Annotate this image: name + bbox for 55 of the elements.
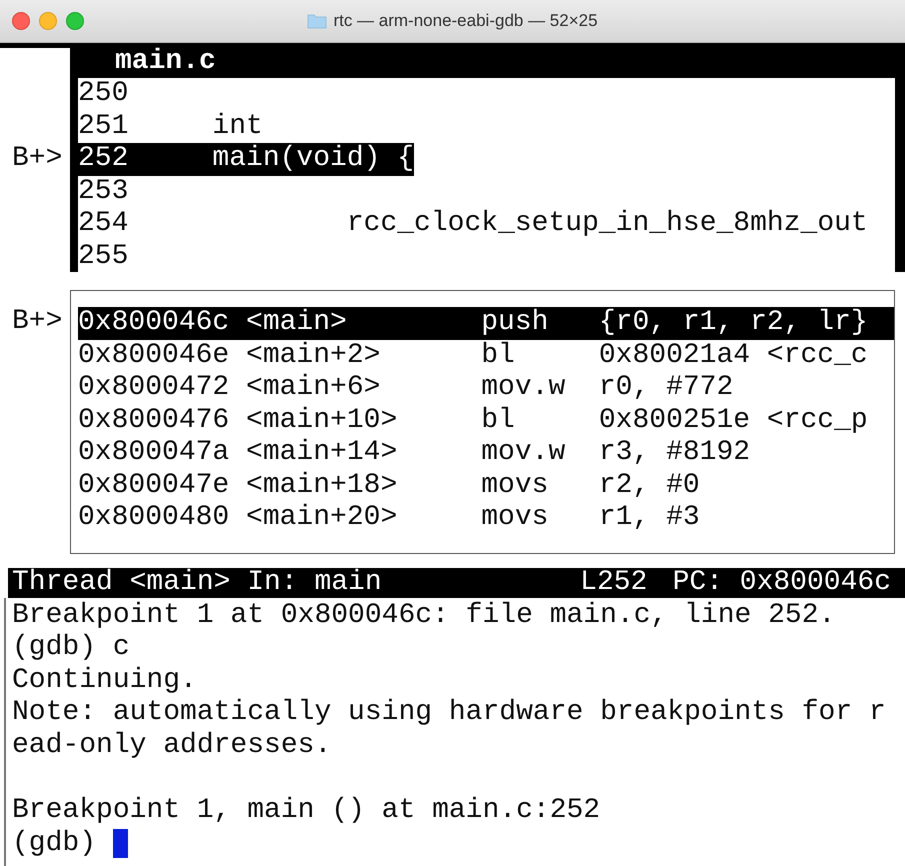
- pane-title: main.c: [114, 48, 216, 78]
- symbol: <main+2>: [246, 340, 382, 372]
- operands: r2, #0: [598, 470, 700, 502]
- line-number: 255: [78, 240, 128, 272]
- console-line: Breakpoint 1 at 0x800046c: file main.c, line 252.: [12, 600, 836, 632]
- line-number: 253: [78, 176, 128, 208]
- address: 0x800047a: [78, 437, 230, 470]
- symbol: <main+14>: [246, 437, 398, 470]
- code-text: main(void) {: [211, 143, 414, 174]
- window-title: rtc — arm-none-eabi-gdb — 52×25: [333, 11, 598, 31]
- code-text: rcc_clock_setup_in_hse_8mhz_out: [346, 208, 868, 239]
- console-prompt: (gdb): [12, 828, 96, 859]
- line-number: 251: [78, 110, 128, 143]
- address: 0x800046c: [78, 307, 230, 340]
- console-line: Breakpoint 1, main () at main.c:252: [12, 794, 602, 827]
- address: 0x8000476: [78, 404, 230, 437]
- mnemonic: movs: [481, 502, 550, 534]
- breakpoint-marker: B+>: [12, 143, 62, 174]
- code-text: int: [211, 110, 263, 142]
- address: 0x800046e: [78, 340, 230, 372]
- mnemonic: bl: [481, 340, 516, 372]
- address: 0x8000472: [78, 372, 230, 404]
- mnemonic: push: [481, 307, 550, 340]
- operands: 0x800251e <rcc_p: [598, 404, 868, 437]
- console-line: Note: automatically using hardware breakpoints for r: [12, 697, 887, 730]
- operands: r0, #772: [598, 372, 734, 404]
- breakpoint-marker: B+>: [12, 306, 62, 337]
- operands: 0x80021a4 <rcc_c: [598, 340, 868, 372]
- mnemonic: mov.w: [481, 372, 566, 404]
- operands: r3, #8192: [598, 437, 750, 470]
- mnemonic: bl: [481, 404, 516, 437]
- minimize-button[interactable]: [39, 12, 57, 30]
- mnemonic: mov.w: [481, 437, 566, 470]
- pc-indicator: PC: 0x800046c: [672, 567, 891, 598]
- zoom-button[interactable]: [66, 12, 84, 30]
- symbol: <main>: [246, 307, 348, 340]
- operands: r1, #3: [598, 502, 700, 534]
- folder-icon: [307, 13, 328, 29]
- close-button[interactable]: [12, 12, 30, 30]
- address: 0x8000480: [78, 502, 230, 534]
- address: 0x800047e: [78, 470, 230, 502]
- mnemonic: movs: [481, 470, 550, 502]
- symbol: <main+6>: [246, 372, 382, 404]
- line-number: 252: [78, 143, 128, 176]
- symbol: <main+20>: [246, 502, 398, 534]
- console-line: Continuing.: [12, 664, 198, 697]
- operands: {r0, r1, r2, lr}: [598, 307, 868, 340]
- console-line: (gdb) c: [12, 632, 131, 664]
- symbol: <main+10>: [246, 404, 398, 437]
- line-number: 250: [78, 78, 128, 110]
- thread-status: Thread <main> In: main: [12, 567, 382, 598]
- line-number: 254: [78, 208, 128, 240]
- symbol: <main+18>: [246, 470, 398, 502]
- line-indicator: L252: [580, 567, 648, 598]
- console-line: ead-only addresses.: [12, 730, 332, 762]
